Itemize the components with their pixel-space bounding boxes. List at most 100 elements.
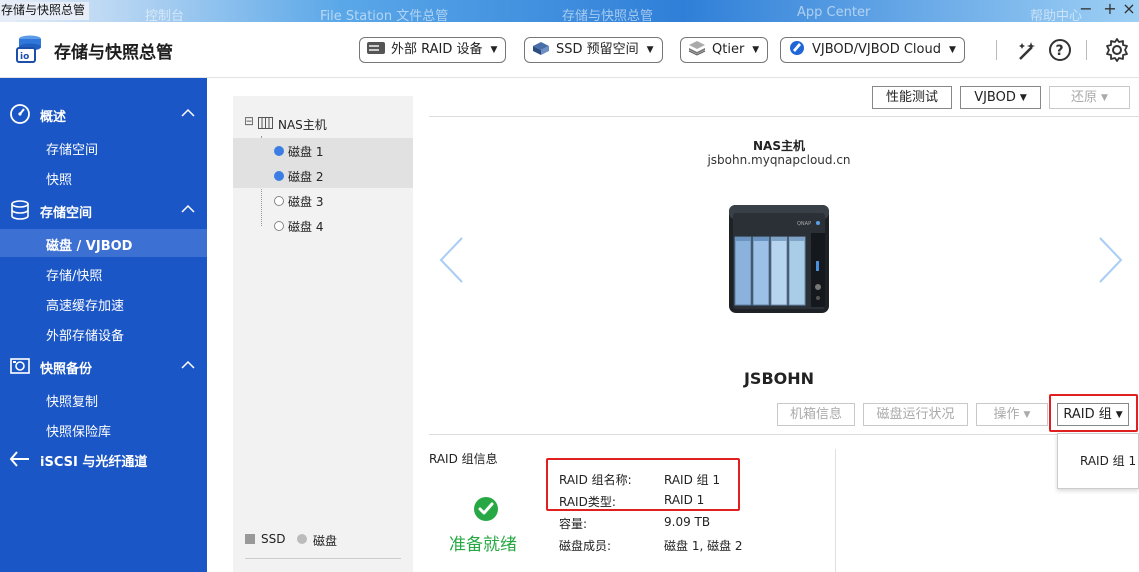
ghost-tab-app-center: App Center xyxy=(797,5,871,20)
app-header: io 存储与快照总管 外部 RAID 设备 ▼ SSD 预留空间 ▼ Qtier ▼ … xyxy=(0,22,1139,78)
sidebar-item-disks-vjbod[interactable]: 磁盘 / VJBOD xyxy=(0,229,207,257)
chevron-up-icon xyxy=(181,108,195,117)
minimize-button[interactable]: − xyxy=(1075,0,1097,20)
raid-info-title: RAID 组信息 xyxy=(429,452,498,466)
tree-root-label: NAS主机 xyxy=(278,118,327,132)
magic-wand-icon[interactable] xyxy=(1014,37,1040,63)
chevron-down-icon: ▼ xyxy=(646,45,654,55)
sidebar-item-snapshot[interactable]: 快照 xyxy=(0,163,207,191)
device-title: JSBOHN xyxy=(743,369,815,388)
app-window: 控制台 File Station 文件总管 存储与快照总管 App Center… xyxy=(0,0,1139,572)
disk-legend-label: 磁盘 xyxy=(313,534,338,548)
previous-arrow-icon[interactable] xyxy=(438,235,468,285)
raid-group-highlight xyxy=(1049,394,1138,432)
sidebar-section-label: iSCSI 与光纤通道 xyxy=(40,455,148,470)
sidebar-item-label: 存储/快照 xyxy=(46,269,103,284)
ssd-provision-button[interactable]: SSD 预留空间 ▼ xyxy=(524,37,663,63)
sidebar-section-snapshot-backup[interactable]: 快照备份 xyxy=(0,351,207,381)
header-divider xyxy=(1086,40,1087,60)
chevron-down-icon: ▼ xyxy=(490,45,498,55)
sidebar-section-storage[interactable]: 存储空间 xyxy=(0,195,207,225)
nas-device-icon xyxy=(258,117,273,129)
close-button[interactable]: × xyxy=(1119,0,1139,20)
tree-disk-label: 磁盘 2 xyxy=(288,170,324,184)
sidebar-item-storage-snapshots[interactable]: 存储/快照 xyxy=(0,259,207,287)
chevron-down-icon: ▼ xyxy=(1019,93,1027,103)
device-host: jsbohn.myqnapcloud.cn xyxy=(707,153,851,167)
vjbod-dropdown[interactable]: VJBOD ▼ xyxy=(960,86,1041,109)
disk-members-key: 磁盘成员: xyxy=(559,539,612,553)
qtier-button[interactable]: Qtier ▼ xyxy=(680,37,769,63)
operation-dropdown[interactable]: 操作 ▼ xyxy=(976,403,1048,426)
sidebar-item-storage-space[interactable]: 存储空间 xyxy=(0,133,207,161)
sidebar-item-label: 快照复制 xyxy=(46,395,99,410)
chevron-down-icon: ▼ xyxy=(1101,93,1108,103)
disk-selected-dot xyxy=(274,171,284,181)
capacity-value: 9.09 TB xyxy=(664,515,711,529)
collapse-icon[interactable]: ⊟ xyxy=(244,114,254,128)
external-raid-button[interactable]: 外部 RAID 设备 ▼ xyxy=(359,37,507,63)
legend-divider xyxy=(245,558,401,559)
ssd-provision-icon xyxy=(533,42,549,55)
sidebar: 概述 存储空间 快照 存储空间 磁盘 / VJBOD 存储/快照 高速缓存加速 … xyxy=(0,78,207,572)
toolbar-divider xyxy=(429,116,1139,117)
tree-guide xyxy=(495,96,496,97)
header-divider xyxy=(996,40,997,60)
gear-icon[interactable] xyxy=(1104,37,1130,63)
tree-disk-3[interactable]: 磁盘 3 xyxy=(233,188,413,213)
sidebar-section-label: 快照备份 xyxy=(40,362,93,377)
external-raid-label: 外部 RAID 设备 xyxy=(391,42,483,57)
raid-group-menu-item[interactable]: RAID 组 1 xyxy=(1080,452,1136,469)
raid-info-divider xyxy=(835,449,836,572)
svg-text:?: ? xyxy=(1056,43,1064,59)
sidebar-item-snapshot-replica[interactable]: 快照复制 xyxy=(0,385,207,413)
raid-group-menu: RAID 组 1 xyxy=(1057,433,1139,489)
sidebar-item-snapshot-vault[interactable]: 快照保险库 xyxy=(0,415,207,443)
ssd-legend-label: SSD xyxy=(261,532,286,546)
disk-members-value: 磁盘 1, 磁盘 2 xyxy=(664,539,743,553)
chevron-up-icon xyxy=(181,204,195,213)
perf-test-button[interactable]: 性能测试 xyxy=(872,86,952,109)
snapshot-icon xyxy=(10,358,30,374)
raid-status: 准备就绪 xyxy=(449,535,517,555)
external-raid-icon xyxy=(367,42,385,54)
chevron-down-icon: ▼ xyxy=(752,45,760,55)
vjbod-cloud-button[interactable]: VJBOD/VJBOD Cloud ▼ xyxy=(780,37,965,63)
restore-label: 还原 xyxy=(1071,90,1098,105)
raid-name-type-highlight xyxy=(546,458,740,511)
tree-disk-1[interactable]: 磁盘 1 xyxy=(233,138,413,163)
nas-device-image[interactable]: QNAP xyxy=(727,203,832,315)
svg-text:io: io xyxy=(20,52,29,62)
tree-disk-4[interactable]: 磁盘 4 xyxy=(233,213,413,238)
help-icon[interactable]: ? xyxy=(1047,37,1073,63)
disk-empty-dot xyxy=(274,196,284,206)
sidebar-section-label: 概述 xyxy=(40,110,67,125)
storage-app-icon: io xyxy=(16,35,41,63)
sidebar-item-external-storage[interactable]: 外部存储设备 xyxy=(0,319,207,347)
tree-root-nas[interactable]: ⊟ NAS主机 xyxy=(233,111,413,136)
tree-disk-label: 磁盘 1 xyxy=(288,145,324,159)
sidebar-item-label: 快照保险库 xyxy=(46,425,112,440)
restore-dropdown[interactable]: 还原 ▼ xyxy=(1049,86,1130,109)
tree-disk-2[interactable]: 磁盘 2 xyxy=(233,163,413,188)
vjbod-cloud-icon xyxy=(790,41,804,55)
database-icon xyxy=(11,200,29,220)
vjbod-cloud-label: VJBOD/VJBOD Cloud xyxy=(812,42,941,57)
tree-disk-label: 磁盘 4 xyxy=(288,220,324,234)
actions-divider xyxy=(429,434,1057,435)
sidebar-section-overview[interactable]: 概述 xyxy=(0,99,207,129)
sidebar-item-label: 磁盘 / VJBOD xyxy=(46,239,133,254)
vjbod-label: VJBOD xyxy=(974,90,1016,105)
sidebar-item-cache-acceleration[interactable]: 高速缓存加速 xyxy=(0,289,207,317)
sidebar-section-iscsi[interactable]: iSCSI 与光纤通道 xyxy=(0,444,207,474)
dashboard-icon xyxy=(10,104,30,124)
operation-label: 操作 xyxy=(993,407,1020,422)
enclosure-info-button[interactable]: 机箱信息 xyxy=(777,403,855,426)
sidebar-item-label: 存储空间 xyxy=(46,143,99,158)
device-name: NAS主机 xyxy=(753,139,805,153)
maximize-button[interactable]: + xyxy=(1099,0,1121,20)
iscsi-icon xyxy=(9,451,29,467)
ssd-legend-swatch xyxy=(245,534,255,544)
next-arrow-icon[interactable] xyxy=(1094,235,1124,285)
disk-health-button[interactable]: 磁盘运行状况 xyxy=(863,403,968,426)
